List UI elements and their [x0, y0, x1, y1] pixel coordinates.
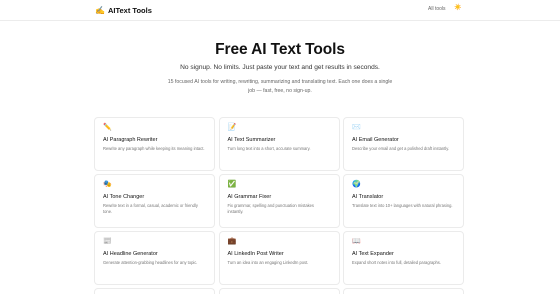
writing-hand-icon: ✍️	[95, 5, 105, 15]
tool-card-title: AI Text Summarizer	[227, 137, 276, 143]
tool-card-linkedin-post-writer[interactable]: 💼 AI LinkedIn Post Writer Turn an idea i…	[218, 231, 340, 285]
newspaper-icon: 📰	[103, 238, 112, 245]
tool-card-headline-generator[interactable]: 📰 AI Headline Generator Generate attenti…	[94, 231, 215, 285]
tool-card-title: AI Paragraph Rewriter	[103, 137, 158, 143]
globe-icon: 🌍	[352, 181, 361, 188]
tool-card-title: AI Tone Changer	[103, 194, 145, 200]
page-title: Free AI Text Tools	[215, 41, 345, 58]
tool-card-paragraph-rewriter[interactable]: ✏️ AI Paragraph Rewriter Rewrite any par…	[94, 117, 215, 171]
tools-grid: ✏️ AI Paragraph Rewriter Rewrite any par…	[94, 117, 464, 294]
tool-card-partial[interactable]	[343, 288, 464, 294]
hero-description: 15 focused AI tools for writing, rewriti…	[167, 79, 393, 94]
hero-subtitle: No signup. No limits. Just paste your te…	[180, 64, 380, 71]
briefcase-icon: 💼	[227, 238, 237, 245]
tool-card-description: Generate attention-grabbing headlines fo…	[103, 260, 198, 265]
tool-card-grammar-fixer[interactable]: ✅ AI Grammar Fixer Fix grammar, spelling…	[218, 174, 340, 228]
tool-card-partial[interactable]	[94, 288, 215, 294]
tool-card-description: Fix grammar, spelling and punctuation mi…	[227, 203, 314, 214]
tool-card-text-expander[interactable]: 📖 AI Text Expander Expand short notes in…	[343, 231, 464, 285]
top-bar: ✍️ AIText Tools All tools ☀️	[0, 0, 560, 21]
tool-card-description: Rewrite any paragraph while keeping its …	[103, 146, 205, 151]
brand-logo[interactable]: ✍️ AIText Tools	[95, 4, 152, 17]
tool-card-description: Turn an idea into an engaging LinkedIn p…	[227, 260, 309, 265]
brand-name: AIText Tools	[107, 6, 152, 15]
envelope-icon: ✉️	[352, 124, 361, 131]
sun-icon[interactable]: ☀️	[454, 5, 461, 11]
tool-card-title: AI Headline Generator	[103, 251, 158, 257]
tool-card-title: AI Email Generator	[352, 137, 399, 143]
tool-card-description: Rewrite text in a formal, casual, academ…	[103, 203, 198, 214]
tool-card-title: AI Grammar Fixer	[227, 194, 272, 200]
tool-card-partial[interactable]	[218, 288, 340, 294]
tool-card-title: AI Translator	[352, 194, 384, 200]
open-book-icon: 📖	[352, 238, 361, 245]
tool-card-translator[interactable]: 🌍 AI Translator Translate text into 10+ …	[343, 174, 464, 228]
check-mark-icon: ✅	[227, 181, 237, 188]
masks-icon: 🎭	[103, 181, 112, 188]
tool-card-description: Describe your email and get a polished d…	[352, 146, 450, 151]
pencil-icon: ✏️	[103, 124, 112, 131]
tool-card-title: AI Text Expander	[352, 251, 394, 257]
tool-card-description: Turn long text into a short, accurate su…	[227, 146, 311, 151]
tool-card-description: Expand short notes into full, detailed p…	[352, 260, 441, 265]
tool-card-tone-changer[interactable]: 🎭 AI Tone Changer Rewrite text in a form…	[94, 174, 215, 228]
tool-card-text-summarizer[interactable]: 📝 AI Text Summarizer Turn long text into…	[218, 117, 340, 171]
nav-all-tools-link[interactable]: All tools	[428, 6, 446, 12]
tool-card-description: Translate text into 10+ languages with n…	[352, 203, 453, 208]
tool-card-email-generator[interactable]: ✉️ AI Email Generator Describe your emai…	[343, 117, 464, 171]
memo-icon: 📝	[227, 124, 237, 131]
tool-card-title: AI LinkedIn Post Writer	[227, 251, 284, 257]
